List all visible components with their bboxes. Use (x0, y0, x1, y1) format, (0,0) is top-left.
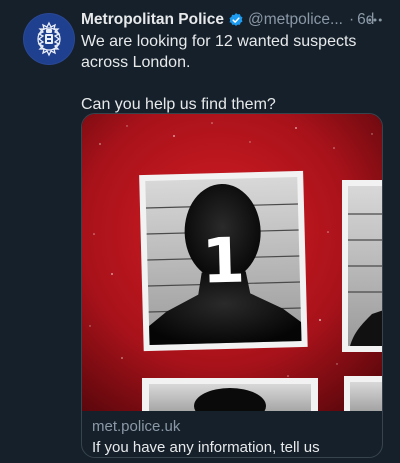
tweet-text: We are looking for 12 wanted suspects ac… (81, 31, 381, 115)
tweet-text-line: across London. (81, 54, 191, 71)
separator-dot: · (348, 11, 355, 28)
tweet-text-line: Can you help us find them? (81, 96, 276, 113)
card-footer[interactable]: met.police.uk If you have any informatio… (82, 411, 382, 457)
tweet-text-line: We are looking for 12 wanted suspects (81, 33, 357, 50)
more-options-icon[interactable] (363, 8, 387, 32)
card-domain[interactable]: met.police.uk (92, 418, 374, 436)
tweet[interactable]: Metropolitan Police @metpolice... · 6d W… (0, 0, 400, 463)
card-image[interactable]: 1 (82, 114, 382, 411)
author-handle[interactable]: @metpolice... (248, 11, 343, 29)
link-card[interactable]: 1 met.police.uk If you have any informat… (81, 113, 383, 458)
wanted-poster-image: 1 (82, 114, 382, 411)
author-name[interactable]: Metropolitan Police (81, 11, 224, 29)
verified-badge-icon (228, 12, 244, 28)
avatar[interactable] (23, 13, 75, 65)
card-title[interactable]: If you have any information, tell us (92, 438, 374, 457)
met-police-crest-icon (37, 21, 61, 57)
poster-number: 1 (201, 223, 246, 297)
tweet-header: Metropolitan Police @metpolice... · 6d (81, 10, 391, 30)
